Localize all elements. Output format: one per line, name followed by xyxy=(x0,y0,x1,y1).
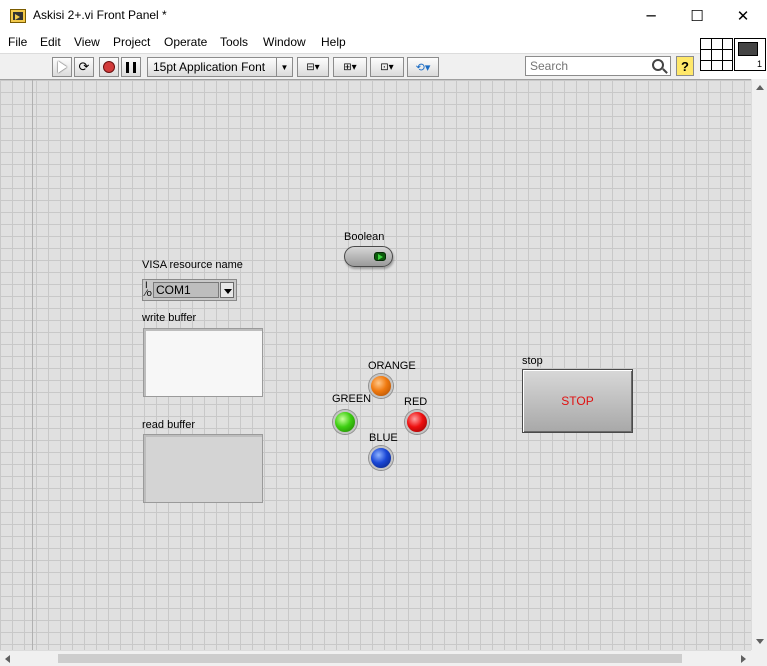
blue-led-label: BLUE xyxy=(369,432,398,444)
scroll-right-icon[interactable] xyxy=(741,655,746,663)
menu-file[interactable]: File xyxy=(8,35,27,49)
red-led-label: RED xyxy=(404,396,428,408)
write-buffer-label: write buffer xyxy=(142,312,197,324)
scroll-down-icon[interactable] xyxy=(756,639,764,644)
reorder-icon: ⟲▾ xyxy=(415,60,431,74)
run-button[interactable] xyxy=(52,57,72,77)
abort-stop-icon xyxy=(103,61,115,73)
run-continuously-button[interactable]: ⟳ xyxy=(74,57,94,77)
vi-icon[interactable] xyxy=(734,38,766,71)
blue-led xyxy=(369,446,393,470)
horizontal-scrollbar[interactable] xyxy=(0,650,751,666)
scrollbar-corner xyxy=(751,650,767,666)
visa-resource-label: VISA resource name xyxy=(142,259,243,271)
panel-origin-line xyxy=(32,80,33,650)
menu-edit[interactable]: Edit xyxy=(40,35,61,49)
menu-bar: File Edit View Project Operate Tools Win… xyxy=(0,32,700,52)
close-button[interactable]: ✕ xyxy=(720,0,766,32)
pause-icon xyxy=(126,61,136,73)
resize-objects-icon: ⊡▾ xyxy=(380,61,394,73)
io-icon: I ⁄o xyxy=(145,281,153,299)
read-buffer-display xyxy=(143,434,263,503)
reorder-button[interactable]: ⟲▾ xyxy=(407,57,439,77)
align-objects-icon: ⊟▾ xyxy=(306,61,320,73)
boolean-label: Boolean xyxy=(344,231,385,243)
search-input[interactable] xyxy=(530,58,642,74)
menu-help[interactable]: Help xyxy=(321,35,346,49)
chevron-down-icon: ▼ xyxy=(276,58,292,76)
menu-tools[interactable]: Tools xyxy=(220,35,248,49)
text-settings-dropdown[interactable]: 15pt Application Font ▼ xyxy=(147,57,293,77)
orange-led-label: ORANGE xyxy=(368,360,416,372)
red-led xyxy=(405,410,429,434)
run-arrow-icon xyxy=(57,61,67,73)
run-continuously-icon: ⟳ xyxy=(78,59,90,75)
abort-execution-button[interactable] xyxy=(99,57,119,77)
menu-project[interactable]: Project xyxy=(113,35,150,49)
menu-view[interactable]: View xyxy=(74,35,100,49)
visa-resource-control[interactable]: I ⁄o COM1 xyxy=(142,279,237,301)
align-objects-button[interactable]: ⊟▾ xyxy=(297,57,329,77)
orange-led xyxy=(369,374,393,398)
boolean-indicator-icon xyxy=(374,252,386,261)
green-led xyxy=(333,410,357,434)
resize-objects-button[interactable]: ⊡▾ xyxy=(370,57,404,77)
menu-operate[interactable]: Operate xyxy=(164,35,207,49)
pause-button[interactable] xyxy=(121,57,141,77)
distribute-objects-icon: ⊞▾ xyxy=(343,61,357,73)
window-title: Askisi 2+.vi Front Panel * xyxy=(33,8,167,22)
scroll-up-icon[interactable] xyxy=(756,85,764,90)
title-bar: Askisi 2+.vi Front Panel * ─ ☐ ✕ xyxy=(0,0,767,32)
search-icon[interactable] xyxy=(652,59,664,71)
visa-dropdown-button[interactable] xyxy=(220,282,234,298)
menu-window[interactable]: Window xyxy=(263,35,306,49)
boolean-switch[interactable] xyxy=(344,246,393,267)
labview-app-icon xyxy=(10,9,26,23)
minimize-button[interactable]: ─ xyxy=(628,0,674,32)
green-led-label: GREEN xyxy=(332,393,372,405)
horizontal-scroll-thumb[interactable] xyxy=(58,654,682,663)
distribute-objects-button[interactable]: ⊞▾ xyxy=(333,57,367,77)
scroll-left-icon[interactable] xyxy=(5,655,10,663)
visa-resource-value[interactable]: COM1 xyxy=(153,282,219,298)
write-buffer-input[interactable] xyxy=(143,328,263,397)
read-buffer-label: read buffer xyxy=(142,419,196,431)
connector-pane-icon[interactable] xyxy=(700,38,733,71)
search-box[interactable] xyxy=(525,56,671,76)
stop-button[interactable]: STOP xyxy=(522,369,633,433)
maximize-button[interactable]: ☐ xyxy=(674,0,720,32)
context-help-button[interactable]: ? xyxy=(676,56,694,76)
stop-label: stop xyxy=(522,355,543,367)
font-label: 15pt Application Font xyxy=(153,60,266,74)
vertical-scrollbar[interactable] xyxy=(751,79,767,650)
